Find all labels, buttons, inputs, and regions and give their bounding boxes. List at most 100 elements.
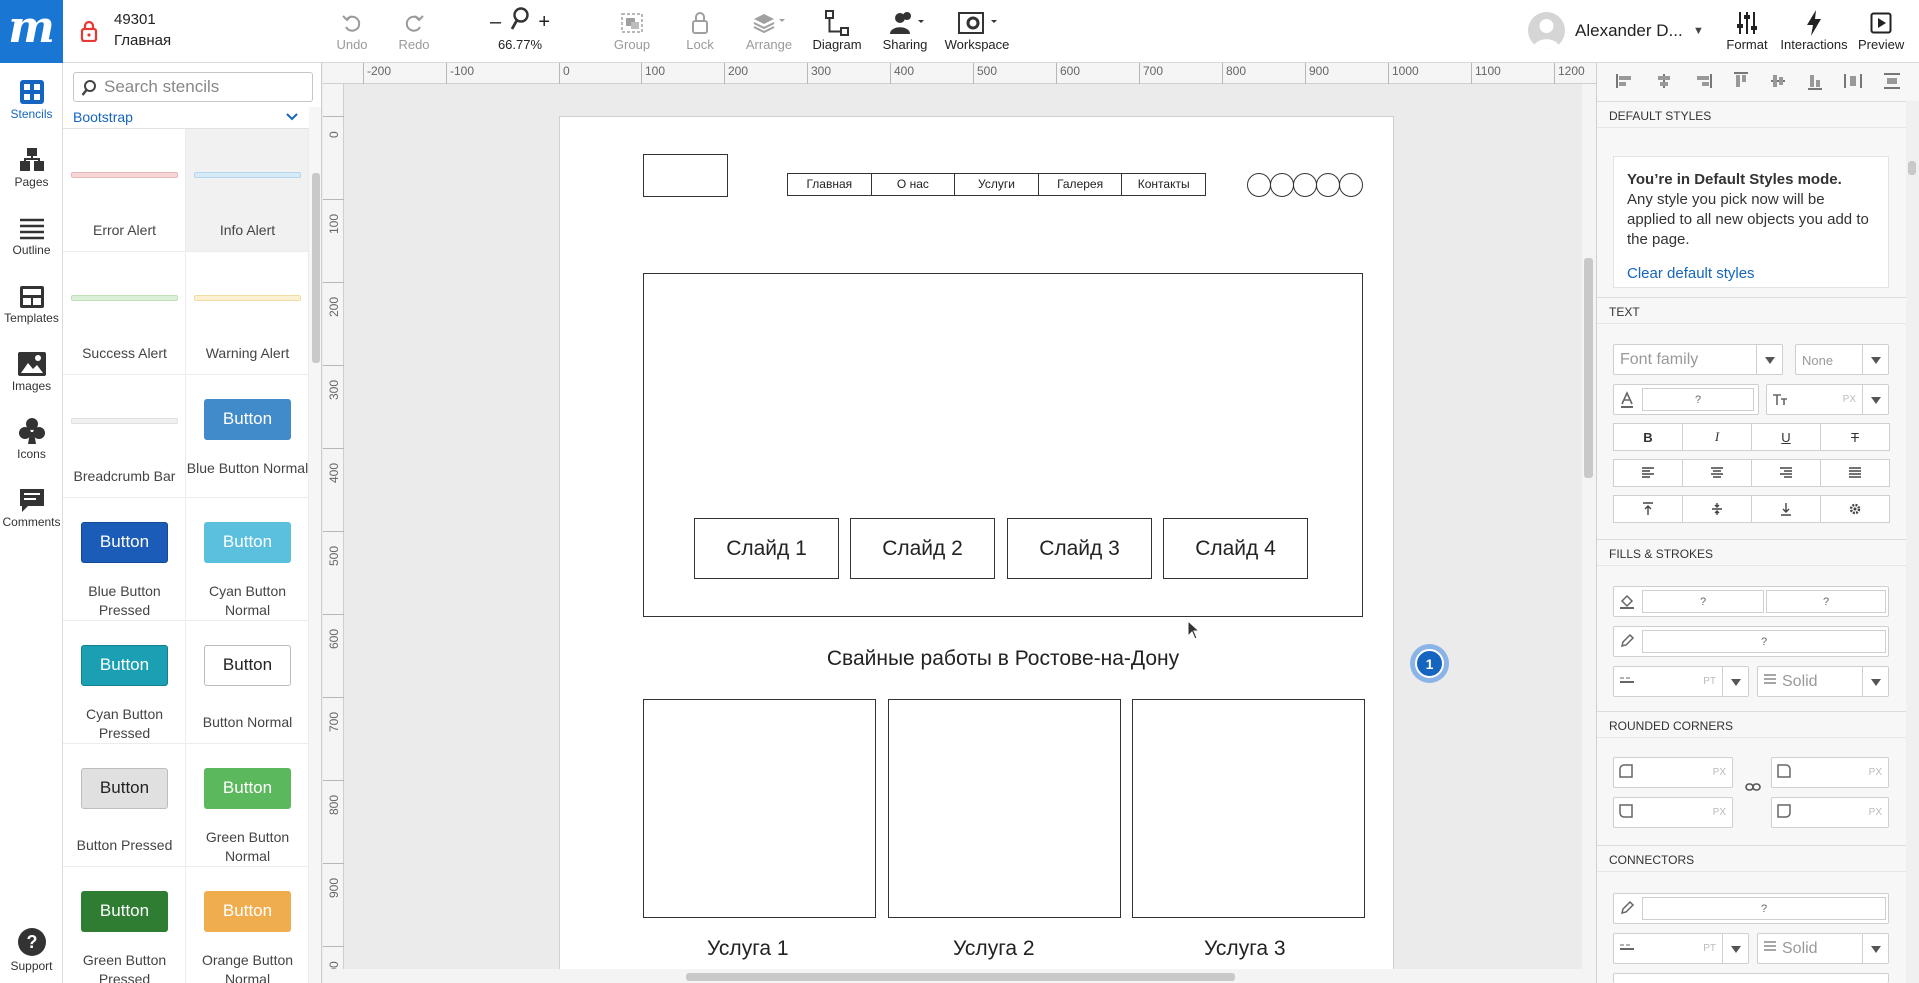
wireframe-service-caption[interactable]: Услуга 2 [953,937,1035,961]
corner-top-left-field[interactable]: PX [1613,757,1733,788]
wireframe-slide[interactable]: Слайд 2 [850,518,995,579]
font-family-select[interactable]: Font family [1613,344,1783,375]
align-top-icon[interactable] [1733,71,1749,93]
distribute-horizontal-icon[interactable] [1844,73,1863,92]
wireframe-nav-item[interactable]: О нас [872,174,956,195]
project-lock-icon[interactable] [80,20,98,43]
text-color-field[interactable]: ? [1613,384,1759,415]
wireframe-nav-bar[interactable]: Главная О нас Услуги Галерея Контакты [787,173,1206,196]
text-justify-button[interactable] [1820,459,1890,487]
stroke-color-field[interactable]: ? [1613,626,1889,657]
user-name[interactable]: Alexander D... [1575,21,1683,41]
wireframe-heading[interactable]: Свайные работы в Ростове-на-Дону [643,647,1363,671]
strikethrough-button[interactable]: T [1820,423,1890,451]
stroke-width-field[interactable]: PT [1613,666,1749,697]
stencil-button-pressed[interactable]: Button Button Pressed [63,744,186,867]
redo-button[interactable]: Redo [396,8,432,56]
underline-button[interactable]: U [1751,423,1821,451]
text-align-center-button[interactable] [1682,459,1752,487]
rail-comments[interactable]: Comments [0,477,63,539]
bold-button[interactable]: B [1613,423,1683,451]
fill-color-field[interactable]: ? ? [1613,586,1889,617]
wireframe-logo-placeholder[interactable] [643,154,728,197]
stroke-style-select[interactable]: Solid [1757,666,1889,697]
stencil-cyan-button-normal[interactable]: Button Cyan Button Normal [186,498,309,621]
wireframe-service-caption[interactable]: Услуга 1 [707,937,789,961]
wireframe-slide[interactable]: Слайд 1 [694,518,839,579]
wireframe-slide[interactable]: Слайд 4 [1163,518,1308,579]
connector-style-select[interactable]: Solid [1757,933,1889,964]
stencil-green-button-normal[interactable]: Button Green Button Normal [186,744,309,867]
distribute-vertical-icon[interactable] [1883,72,1901,92]
stencil-blue-button-pressed[interactable]: Button Blue Button Pressed [63,498,186,621]
rail-pages[interactable]: Pages [0,137,63,199]
link-corners-icon[interactable] [1745,780,1761,795]
corner-top-right-field[interactable]: PX [1771,757,1889,788]
rail-images[interactable]: Images [0,341,63,403]
rail-outline[interactable]: Outline [0,205,63,267]
sharing-button[interactable]: Sharing [880,8,930,56]
wireframe-service-caption[interactable]: Услуга 3 [1204,937,1286,961]
social-circle-icon[interactable] [1247,173,1271,197]
text-align-left-button[interactable] [1613,459,1683,487]
rail-support[interactable]: ? Support [0,921,63,983]
stencil-error-alert[interactable]: Error Alert [63,129,186,252]
align-left-icon[interactable] [1615,73,1634,92]
stencil-scroll-thumb[interactable] [312,173,320,363]
valign-middle-button[interactable] [1682,495,1752,523]
project-id[interactable]: 49301 [114,11,156,28]
font-weight-select[interactable]: None [1795,344,1889,375]
arrange-button[interactable]: Arrange [744,8,794,56]
user-menu-caret-icon[interactable]: ▼ [1693,25,1704,37]
stencil-cyan-button-pressed[interactable]: Button Cyan Button Pressed [63,621,186,744]
clear-default-styles-link[interactable]: Clear default styles [1627,264,1875,284]
lock-button[interactable]: Lock [680,8,720,56]
zoom-in-button[interactable]: + [538,11,550,34]
format-button[interactable]: Format [1726,8,1768,56]
preview-button[interactable]: Preview [1858,8,1904,56]
connector-width-field[interactable]: PT [1613,933,1749,964]
zoom-level[interactable]: 66.77% [486,38,554,52]
interactions-button[interactable]: Interactions [1780,8,1848,56]
canvas-area[interactable]: -200 -100 0 100 200 300 400 500 600 700 … [323,63,1596,983]
wireframe-nav-item[interactable]: Главная [788,174,872,195]
canvas-vertical-scrollbar[interactable] [1582,84,1596,983]
valign-top-button[interactable] [1613,495,1683,523]
stencil-info-alert[interactable]: Info Alert [186,129,309,252]
italic-button[interactable]: I [1682,423,1752,451]
text-settings-button[interactable] [1820,495,1890,523]
wireframe-service-card[interactable] [643,699,876,918]
current-page-name[interactable]: Главная [114,32,171,49]
canvas-horizontal-scroll-thumb[interactable] [686,973,1235,981]
stencil-button-normal[interactable]: Button Button Normal [186,621,309,744]
stencil-green-button-pressed[interactable]: Button Green Button Pressed [63,867,186,983]
corner-bottom-left-field[interactable]: PX [1613,797,1733,828]
social-circle-icon[interactable] [1339,173,1363,197]
canvas-page[interactable]: Главная О нас Услуги Галерея Контакты Сл… [559,116,1394,983]
align-middle-icon[interactable] [1770,72,1786,93]
format-panel-scroll-thumb[interactable] [1908,161,1916,175]
rail-templates[interactable]: Templates [0,273,63,335]
rail-stencils[interactable]: Stencils [0,69,63,131]
wireframe-service-card[interactable] [888,699,1121,918]
wireframe-slide[interactable]: Слайд 3 [1007,518,1152,579]
wireframe-social-icons[interactable] [1247,173,1363,197]
social-circle-icon[interactable] [1293,173,1317,197]
user-avatar[interactable] [1528,12,1565,49]
connector-color-field[interactable]: ? [1613,893,1889,924]
app-logo[interactable]: m [0,0,63,63]
format-panel-scrollbar[interactable] [1906,101,1919,983]
connector-ends-field[interactable] [1613,973,1889,983]
align-bottom-icon[interactable] [1807,72,1823,93]
align-center-icon[interactable] [1655,73,1673,92]
wireframe-nav-item[interactable]: Галерея [1039,174,1123,195]
stencil-warning-alert[interactable]: Warning Alert [186,252,309,375]
wireframe-nav-item[interactable]: Услуги [955,174,1039,195]
undo-button[interactable]: Undo [334,8,370,56]
corner-bottom-right-field[interactable]: PX [1771,797,1889,828]
stencil-orange-button-normal[interactable]: Button Orange Button Normal [186,867,309,983]
group-button[interactable]: Group [610,8,654,56]
stencil-library-selector[interactable]: Bootstrap [63,107,309,129]
stencil-breadcrumb-bar[interactable]: Breadcrumb Bar [63,375,186,498]
zoom-out-button[interactable]: – [490,11,501,34]
